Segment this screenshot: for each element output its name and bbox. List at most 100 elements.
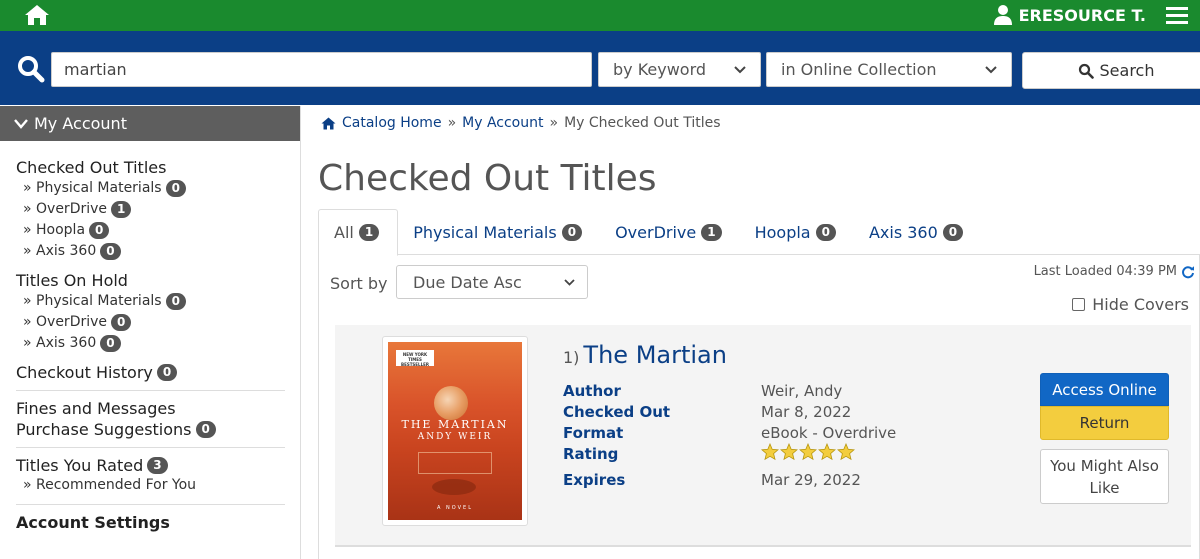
ratings-section: Titles You Rated 3 » Recommended For You — [0, 456, 300, 496]
search-icon — [18, 56, 45, 83]
checkout-history-label: Checkout History — [16, 363, 153, 382]
checked-out-section: Checked Out Titles » Physical Materials 0… — [0, 158, 300, 262]
sidebar-item-label: » Axis 360 — [23, 335, 97, 351]
access-online-button[interactable]: Access Online — [1040, 373, 1169, 406]
sidebar-item-label: » Axis 360 — [23, 243, 97, 259]
sidebar-item-label: » Hoopla — [23, 222, 86, 238]
search-icon — [1078, 63, 1094, 79]
sidebar-item-checked-overdrive[interactable]: » OverDrive 1 — [16, 199, 300, 220]
chevron-down-icon — [14, 118, 28, 129]
sidebar-item-label: » OverDrive — [23, 314, 108, 330]
checkout-record: NEW YORK TIMES BESTSELLER THE MARTIAN AN… — [335, 325, 1191, 545]
count-badge: 0 — [111, 314, 132, 331]
sidebar-item-hold-overdrive[interactable]: » OverDrive 0 — [16, 312, 300, 333]
star-icon[interactable] — [818, 443, 836, 461]
star-icon[interactable] — [799, 443, 817, 461]
my-account-heading: My Account — [34, 114, 127, 133]
breadcrumb-my-account[interactable]: My Account — [462, 115, 543, 131]
format-value: eBook - Overdrive — [761, 424, 897, 442]
user-name[interactable]: ERESOURCE T. — [1019, 6, 1146, 25]
checkout-history-link[interactable]: Checkout History 0 — [16, 363, 300, 382]
tab-all[interactable]: All 1 — [318, 209, 399, 256]
sidebar-item-hold-axis360[interactable]: » Axis 360 0 — [16, 333, 300, 354]
search-by-select[interactable]: by Keyword — [598, 52, 761, 87]
record-actions: Access Online Return You Might Also Like — [1040, 373, 1169, 504]
on-hold-section: Titles On Hold » Physical Materials 0 » O… — [0, 271, 300, 354]
astronaut-illustration — [434, 386, 468, 420]
you-might-also-like-button[interactable]: You Might Also Like — [1040, 449, 1169, 504]
tab-physical-materials[interactable]: Physical Materials 0 — [398, 209, 600, 255]
count-badge: 0 — [195, 421, 216, 438]
account-settings-link[interactable]: Account Settings — [16, 513, 300, 532]
sidebar-item-checked-physical[interactable]: » Physical Materials 0 — [16, 178, 300, 199]
count-badge: 0 — [89, 222, 110, 239]
my-account-toggle[interactable]: My Account — [0, 106, 300, 141]
cover-author: ANDY WEIR — [417, 432, 493, 442]
last-loaded-status: Last Loaded 04:39 PM — [1034, 264, 1195, 279]
tab-overdrive[interactable]: OverDrive 1 — [600, 209, 740, 255]
count-badge: 0 — [100, 243, 121, 260]
sidebar-divider — [16, 390, 285, 391]
hide-covers-checkbox[interactable] — [1072, 298, 1086, 311]
sort-label: Sort by — [330, 274, 388, 293]
sidebar-item-checked-hoopla[interactable]: » Hoopla 0 — [16, 220, 300, 241]
account-settings-label: Account Settings — [16, 513, 170, 532]
tab-label: OverDrive — [615, 222, 697, 242]
tab-label: Axis 360 — [868, 222, 938, 242]
sidebar-item-recommended[interactable]: » Recommended For You — [16, 475, 300, 496]
record-divider — [335, 545, 1191, 547]
search-input[interactable] — [51, 52, 592, 87]
search-button[interactable]: Search — [1022, 52, 1200, 89]
purchase-suggestions-link[interactable]: Purchase Suggestions 0 — [16, 420, 300, 439]
sidebar-item-label: » Physical Materials — [23, 180, 162, 196]
tab-axis360[interactable]: Axis 360 0 — [854, 209, 981, 255]
user-account-menu[interactable]: ERESOURCE T. — [993, 3, 1188, 27]
sidebar-item-checked-axis360[interactable]: » Axis 360 0 — [16, 241, 300, 262]
sidebar-divider — [16, 504, 285, 505]
count-badge: 0 — [815, 223, 836, 241]
return-button[interactable]: Return — [1040, 406, 1169, 440]
chevron-down-icon — [985, 65, 997, 73]
book-cover-image: NEW YORK TIMES BESTSELLER THE MARTIAN AN… — [388, 342, 522, 520]
hide-covers-toggle[interactable]: Hide Covers — [1072, 295, 1189, 314]
count-badge: 1 — [358, 224, 380, 241]
breadcrumb-separator: » — [549, 115, 559, 131]
cover-title: THE MARTIAN — [401, 418, 509, 431]
count-badge: 1 — [111, 201, 132, 218]
checkout-history-section: Checkout History 0 — [0, 363, 300, 382]
hide-covers-label: Hide Covers — [1092, 295, 1189, 314]
titles-on-hold-link[interactable]: Titles On Hold — [16, 271, 300, 290]
home-icon[interactable] — [24, 4, 50, 26]
fines-and-messages-link[interactable]: Fines and Messages — [16, 399, 300, 418]
tab-hoopla[interactable]: Hoopla 0 — [740, 209, 854, 255]
cover-seal — [432, 479, 476, 495]
titles-on-hold-label: Titles On Hold — [16, 271, 128, 290]
hamburger-menu-icon[interactable] — [1166, 5, 1188, 25]
author-value: Weir, Andy — [761, 382, 843, 400]
cover-banner: NEW YORK TIMES BESTSELLER — [396, 350, 434, 367]
page-title: Checked Out Titles — [318, 158, 657, 199]
collection-select[interactable]: in Online Collection — [766, 52, 1012, 87]
count-badge: 0 — [100, 335, 121, 352]
sidebar-item-hold-physical[interactable]: » Physical Materials 0 — [16, 291, 300, 312]
home-icon — [321, 117, 336, 129]
search-button-label: Search — [1099, 61, 1155, 80]
purchase-suggestions-label: Purchase Suggestions — [16, 420, 192, 439]
refresh-icon[interactable] — [1181, 265, 1195, 279]
rating-stars[interactable] — [761, 443, 855, 461]
star-icon[interactable] — [837, 443, 855, 461]
star-icon[interactable] — [780, 443, 798, 461]
expires-value: Mar 29, 2022 — [761, 471, 861, 489]
record-title-link[interactable]: The Martian — [583, 341, 727, 369]
sort-select[interactable]: Due Date Asc — [396, 265, 588, 299]
star-icon[interactable] — [761, 443, 779, 461]
rating-label: Rating — [563, 445, 619, 463]
chevron-down-icon — [734, 65, 746, 73]
tab-label: All — [334, 223, 354, 242]
checked-out-titles-link[interactable]: Checked Out Titles — [16, 158, 300, 177]
fines-section: Fines and Messages Purchase Suggestions … — [0, 399, 300, 439]
book-cover[interactable]: NEW YORK TIMES BESTSELLER THE MARTIAN AN… — [382, 336, 528, 526]
titles-you-rated-link[interactable]: Titles You Rated 3 — [16, 456, 300, 475]
count-badge: 0 — [942, 223, 964, 241]
breadcrumb-catalog-home[interactable]: Catalog Home — [342, 115, 442, 131]
